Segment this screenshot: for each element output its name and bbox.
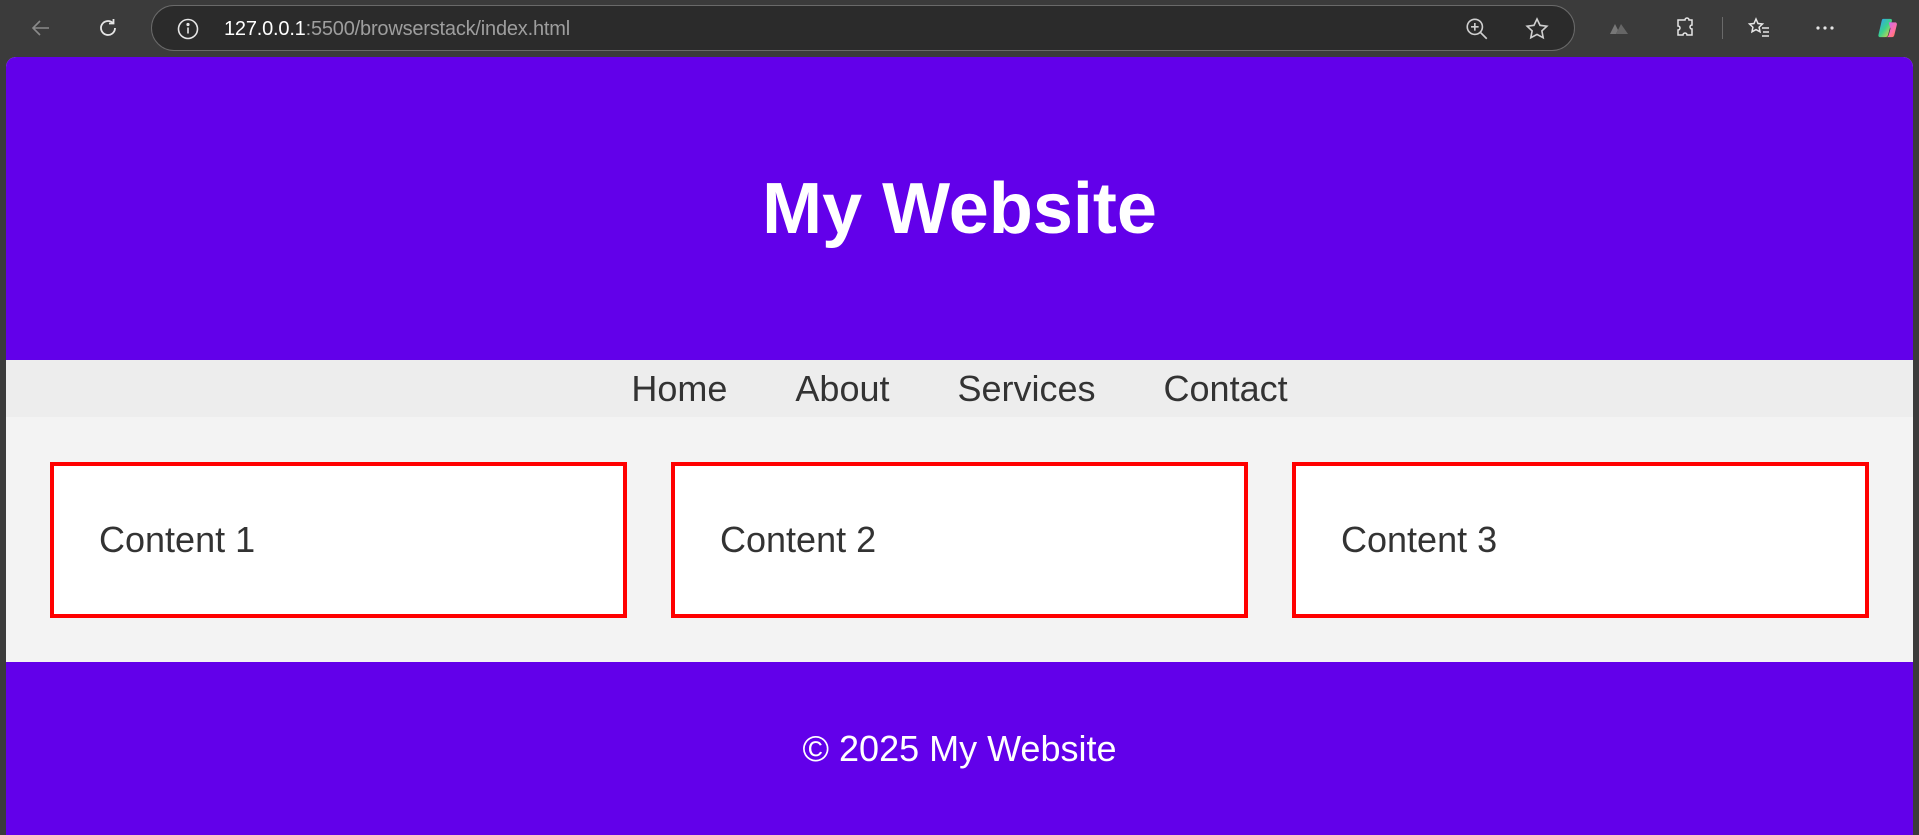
nav-link-services[interactable]: Services — [957, 370, 1095, 407]
url-host: 127.0.0.1 — [224, 18, 306, 40]
info-icon[interactable] — [176, 17, 200, 41]
site-nav: Home About Services Contact — [6, 360, 1913, 417]
zoom-in-icon[interactable] — [1464, 16, 1490, 42]
toolbar-divider — [1722, 17, 1723, 39]
content-box-label: Content 1 — [99, 519, 256, 560]
url-text[interactable]: 127.0.0.1:5500/browserstack/index.html — [224, 17, 570, 41]
content-box-label: Content 2 — [720, 519, 877, 560]
browser-toolbar: 127.0.0.1:5500/browserstack/index.html — [0, 0, 1919, 57]
site-header: My Website — [6, 57, 1913, 360]
nav-link-home[interactable]: Home — [631, 370, 727, 407]
copilot-icon[interactable] — [1871, 11, 1905, 45]
favorites-icon[interactable] — [1745, 14, 1773, 42]
content-box-2: Content 2 — [671, 462, 1248, 618]
nav-link-contact[interactable]: Contact — [1164, 370, 1288, 407]
main-content: Content 1 Content 2 Content 3 — [6, 417, 1913, 662]
star-icon[interactable] — [1524, 16, 1550, 42]
content-box-1: Content 1 — [50, 462, 627, 618]
more-icon[interactable] — [1811, 14, 1839, 42]
web-page: My Website Home About Services Contact C… — [6, 57, 1913, 835]
content-box-3: Content 3 — [1292, 462, 1869, 618]
content-box-label: Content 3 — [1341, 519, 1498, 560]
nav-link-about[interactable]: About — [795, 370, 889, 407]
url-path: :5500/browserstack/index.html — [305, 18, 571, 40]
reload-icon[interactable] — [94, 14, 122, 42]
footer-copyright: © 2025 My Website — [802, 727, 1117, 769]
back-arrow-icon[interactable] — [27, 14, 55, 42]
site-footer: © 2025 My Website — [6, 662, 1913, 835]
address-bar[interactable]: 127.0.0.1:5500/browserstack/index.html — [151, 5, 1575, 51]
extension-logo-icon[interactable] — [1605, 14, 1633, 42]
puzzle-icon[interactable] — [1671, 14, 1699, 42]
site-title: My Website — [762, 168, 1157, 249]
